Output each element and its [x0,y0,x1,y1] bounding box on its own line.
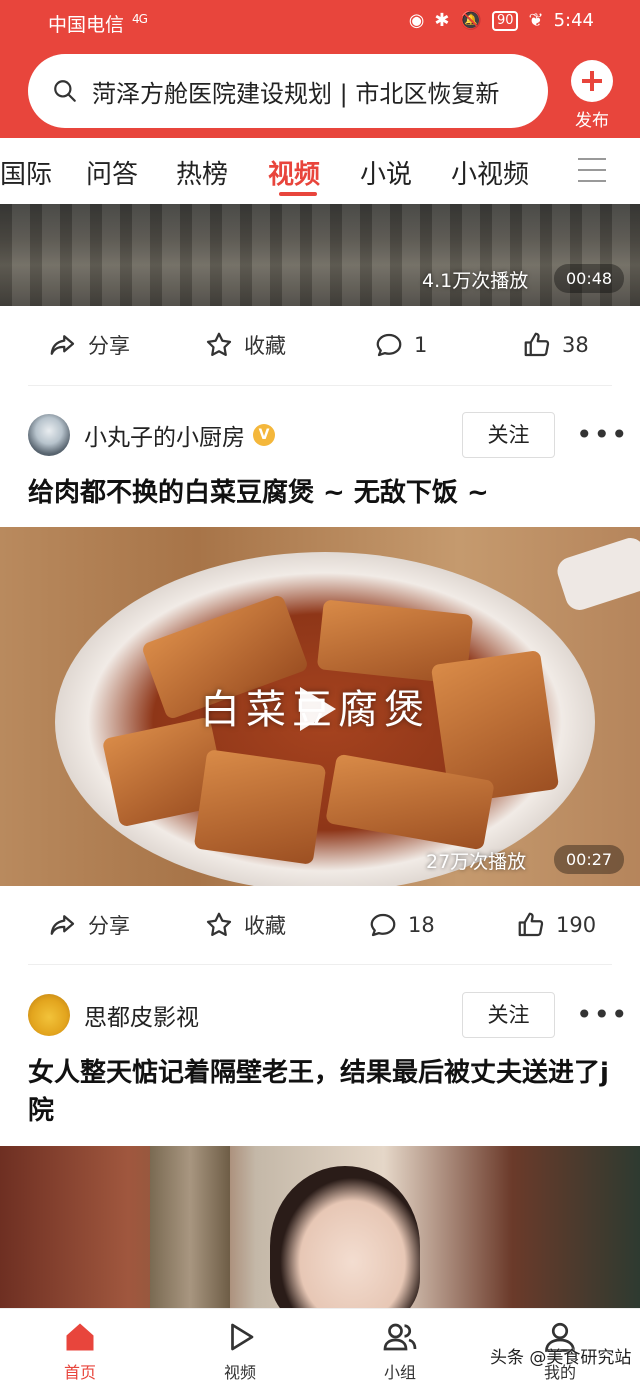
play-outline-icon [231,1323,254,1351]
divider [28,385,612,386]
comment-button[interactable]: 1 [374,330,427,360]
action-bar-1: 分享 收藏 1 38 [0,306,640,386]
share-icon [50,335,75,355]
video-duration: 00:27 [554,845,625,874]
favorite-button[interactable]: 收藏 [204,330,286,360]
group-icon [383,1323,417,1351]
star-icon [206,332,232,356]
bluetooth-icon: ✱ [434,10,450,31]
tab-hot[interactable]: 热榜 [176,154,228,191]
author-name: 小丸子的小厨房 [84,425,245,451]
video-thumbnail-2[interactable]: 白菜豆腐煲 27万次播放 00:27 [0,527,640,886]
star-icon [206,912,232,936]
video-thumbnail-3[interactable] [0,1146,640,1308]
favorite-button[interactable]: 收藏 [204,910,286,940]
tree-trunk-shape [150,1146,230,1308]
app-header: 中国电信 4G ◉ ✱ 🔕 90 ❦ 5:44 菏泽方舱医院建设规划 | 市北区… [0,0,640,138]
search-icon [54,80,76,102]
battery-icon: 90 [491,10,519,31]
play-icon[interactable] [300,687,336,731]
post-title[interactable]: 给肉都不换的白菜豆腐煲 ~ 无敌下饭 ~ [28,474,612,512]
publish-label: 发布 [575,111,609,131]
tab-qa[interactable]: 问答 [86,154,138,191]
active-tab-indicator [279,192,317,196]
search-bar[interactable]: 菏泽方舱医院建设规划 | 市北区恢复新 [28,54,548,128]
plus-icon [571,60,613,102]
home-icon [66,1323,94,1351]
video-thumbnail-1[interactable]: 4.1万次播放 00:48 [0,204,640,306]
nav-group-label: 小组 [383,1363,416,1382]
status-bar: 中国电信 4G ◉ ✱ 🔕 90 ❦ 5:44 [0,10,640,36]
comment-count: 1 [414,333,428,357]
pan-handle-shape [553,534,640,614]
follow-button[interactable]: 关注 [462,412,555,458]
author-name: 思都皮影视 [84,1005,199,1031]
favorite-label: 收藏 [244,334,286,358]
action-bar-2: 分享 收藏 18 190 [0,886,640,966]
tofu-shape [193,749,327,865]
favorite-label: 收藏 [244,914,286,938]
leaf-icon: ❦ [528,10,544,31]
comment-icon [370,913,396,937]
view-count: 27万次播放 [426,851,527,873]
view-count: 4.1万次播放 [422,270,529,292]
nav-video-label: 视频 [223,1363,256,1382]
comment-icon [376,333,402,357]
comment-count: 18 [408,913,435,937]
nav-video[interactable]: 视频 [200,1319,280,1383]
publish-button[interactable]: 发布 [568,60,616,131]
like-count: 38 [562,333,589,357]
search-text: 菏泽方舱医院建设规划 | 市北区恢复新 [92,79,500,108]
share-label: 分享 [88,914,130,938]
signal-icon: 4G [132,12,148,26]
post-author[interactable]: 思都皮影视 [28,994,199,1036]
avatar[interactable] [28,994,70,1036]
nav-home[interactable]: 首页 [40,1319,120,1383]
divider [28,964,612,965]
more-options-icon[interactable]: ••• [576,418,629,451]
share-button[interactable]: 分享 [48,330,130,360]
post-title[interactable]: 女人整天惦记着隔壁老王，结果最后被丈夫送进了j院 [28,1054,612,1130]
tab-international[interactable]: 国际 [0,154,52,191]
like-count: 190 [556,913,597,937]
share-icon [50,915,75,935]
tab-short-video[interactable]: 小视频 [451,154,529,191]
clock-time: 5:44 [553,10,594,31]
like-button[interactable]: 38 [522,330,589,360]
tab-novel[interactable]: 小说 [360,154,412,191]
menu-icon[interactable] [578,158,606,182]
verified-badge-icon: V [253,424,275,446]
nav-home-label: 首页 [63,1363,96,1382]
post-author[interactable]: 小丸子的小厨房 V [28,414,275,456]
tab-video[interactable]: 视频 [268,154,320,191]
thumbs-up-icon [518,912,544,937]
follow-button[interactable]: 关注 [462,992,555,1038]
nav-group[interactable]: 小组 [360,1319,440,1383]
share-button[interactable]: 分享 [48,910,130,940]
channel-tabs: 国际 问答 热榜 视频 小说 小视频 [0,138,640,204]
watermark-text: 头条 @美食研究站 [490,1348,632,1368]
eye-icon: ◉ [408,10,425,31]
status-icons: ◉ ✱ 🔕 90 ❦ 5:44 [409,10,594,31]
video-duration: 00:48 [554,264,625,293]
like-button[interactable]: 190 [516,910,596,940]
person-shape [270,1166,420,1308]
carrier-label: 中国电信 [48,14,125,36]
thumbs-up-icon [524,332,550,357]
comment-button[interactable]: 18 [368,910,435,940]
mute-icon: 🔕 [459,10,482,31]
share-label: 分享 [88,334,130,358]
avatar[interactable] [28,414,70,456]
more-options-icon[interactable]: ••• [576,998,629,1031]
